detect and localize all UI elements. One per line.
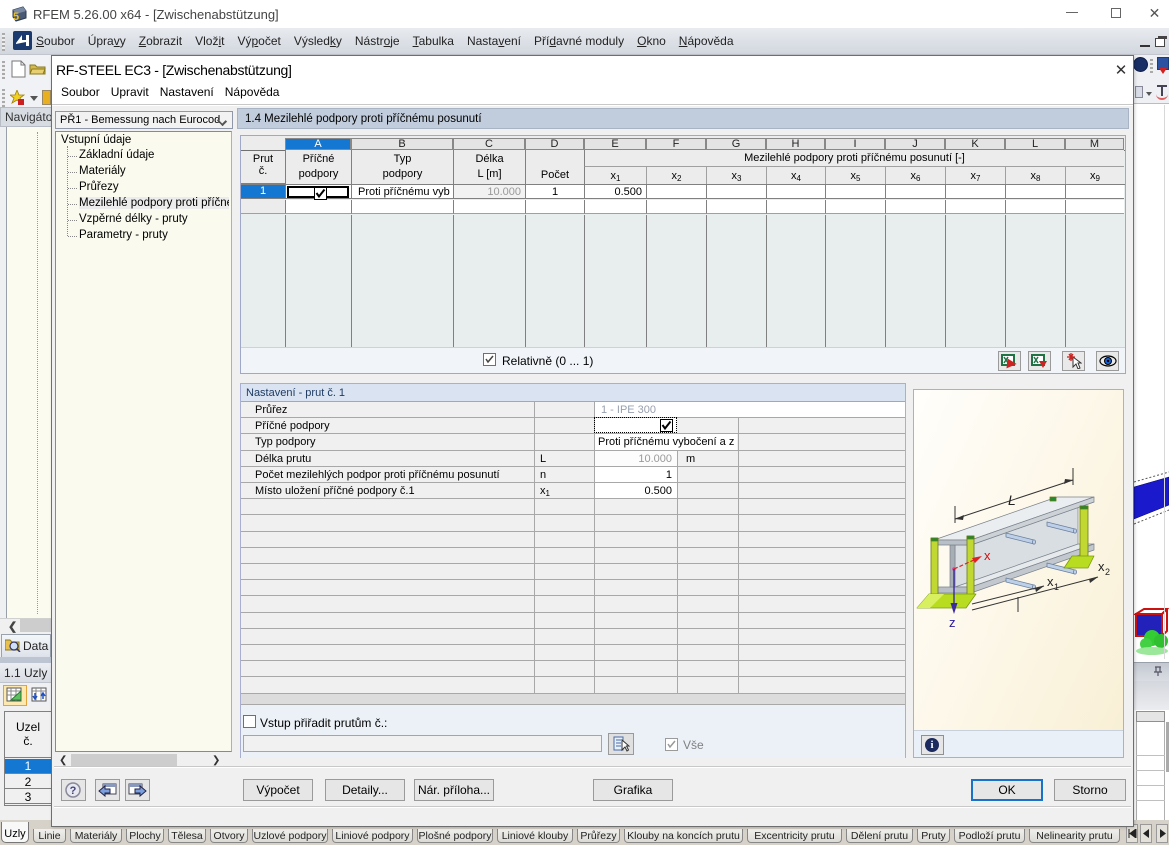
svg-text:x: x (1047, 574, 1054, 589)
svg-text:5: 5 (13, 11, 19, 23)
svg-text:x: x (1098, 559, 1105, 574)
svg-text:x: x (984, 548, 991, 563)
svg-text:L: L (1008, 492, 1016, 508)
svg-text:?: ? (70, 785, 77, 797)
svg-text:z: z (949, 615, 956, 630)
svg-text:2: 2 (1105, 567, 1110, 577)
